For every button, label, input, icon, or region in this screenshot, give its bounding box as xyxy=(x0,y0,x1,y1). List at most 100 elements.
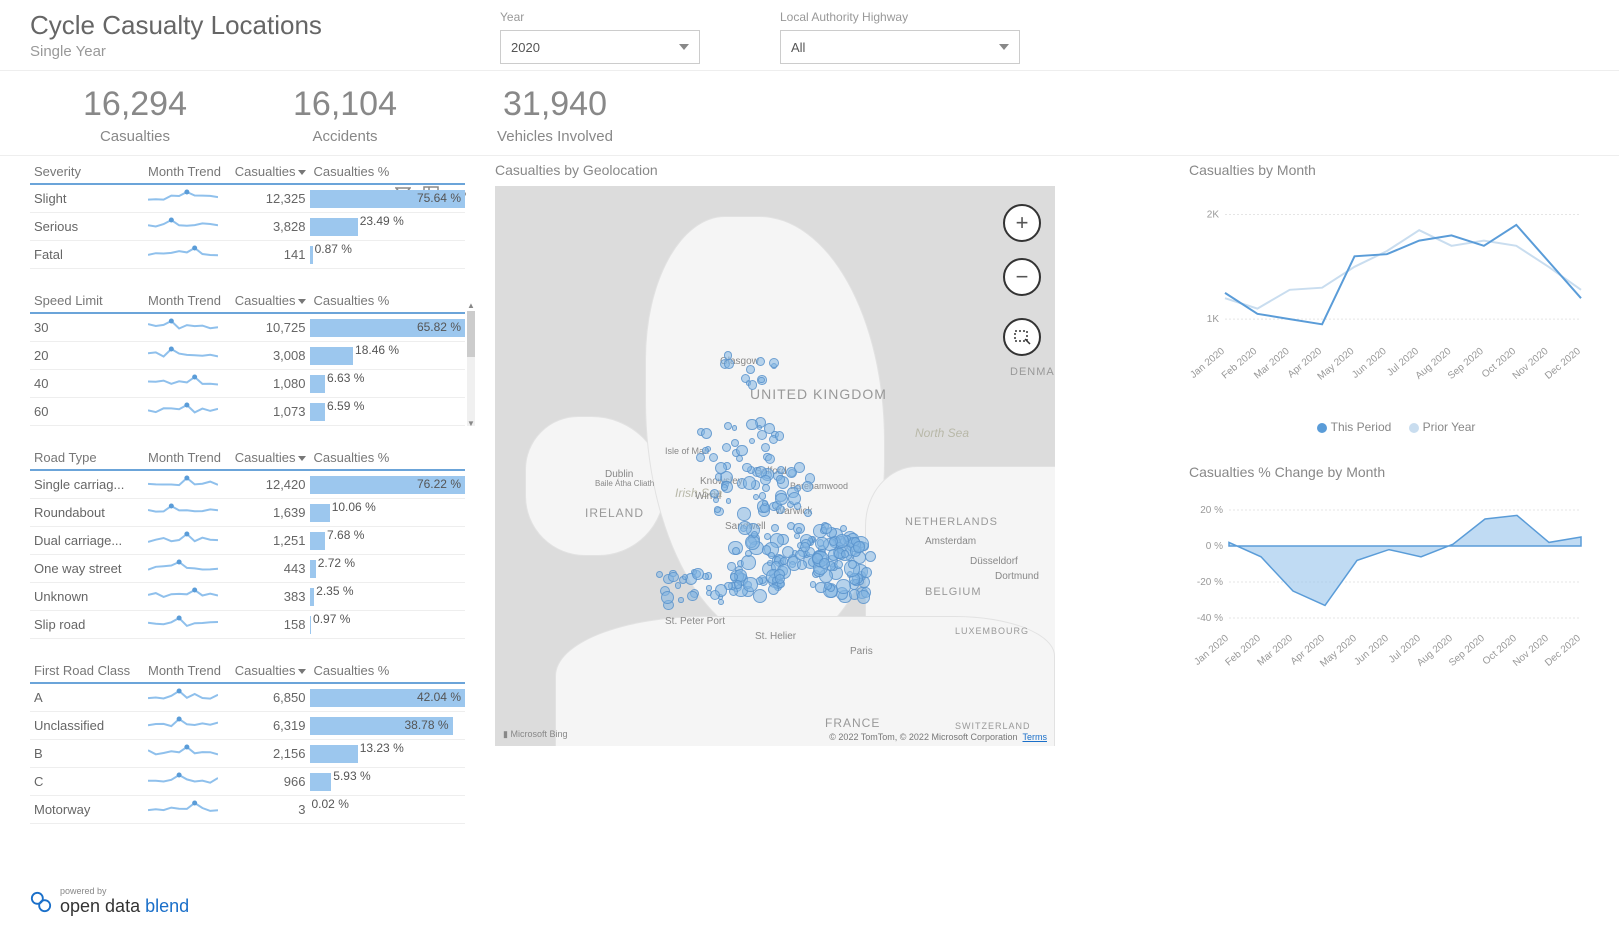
sparkline-icon xyxy=(144,342,228,370)
row-casualties: 2,156 xyxy=(228,740,310,768)
sparkline-icon xyxy=(144,740,228,768)
row-casualties: 1,073 xyxy=(228,398,310,426)
svg-text:Mar 2020: Mar 2020 xyxy=(1255,633,1295,668)
row-bar: 23.49 % xyxy=(310,213,466,241)
chart-month-title: Casualties by Month xyxy=(1189,162,1589,178)
row-casualties: 1,080 xyxy=(228,370,310,398)
chart-change-title: Casualties % Change by Month xyxy=(1189,464,1589,480)
table-row[interactable]: Dual carriage... 1,251 7.68 % xyxy=(30,527,465,555)
row-category: A xyxy=(30,683,144,712)
row-bar: 7.68 % xyxy=(310,527,466,555)
odb-logo-icon xyxy=(30,891,52,913)
filter-authority-select[interactable]: All xyxy=(780,30,1020,64)
row-bar: 10.06 % xyxy=(310,499,466,527)
row-category: B xyxy=(30,740,144,768)
kpi-vehicles-label: Vehicles Involved xyxy=(450,128,660,145)
row-category: Single carriag... xyxy=(30,470,144,499)
geolocation-map[interactable]: UNITED KINGDOM IRELAND FRANCE NETHERLAND… xyxy=(495,186,1055,746)
filter-year-select[interactable]: 2020 xyxy=(500,30,700,64)
row-bar: 0.87 % xyxy=(310,241,466,269)
kpi-vehicles: 31,940 Vehicles Involved xyxy=(450,85,660,145)
table-row[interactable]: Serious 3,828 23.49 % xyxy=(30,213,465,241)
kpi-vehicles-value: 31,940 xyxy=(450,85,660,124)
table-row[interactable]: 40 1,080 6.63 % xyxy=(30,370,465,398)
row-category: 30 xyxy=(30,313,144,342)
footer-brand: open data blend xyxy=(60,896,189,917)
chart-casualties-by-month[interactable]: 1K2KJan 2020Feb 2020Mar 2020Apr 2020May … xyxy=(1189,186,1589,386)
table-row[interactable]: One way street 443 2.72 % xyxy=(30,555,465,583)
table-row[interactable]: Unclassified 6,319 38.78 % xyxy=(30,712,465,740)
map-city-amsterdam: Amsterdam xyxy=(925,536,976,547)
row-casualties: 12,420 xyxy=(228,470,310,499)
table-severity[interactable]: SeverityMonth TrendCasualtiesCasualties … xyxy=(30,162,465,269)
header: Cycle Casualty Locations Single Year Yea… xyxy=(0,0,1619,71)
sparkline-icon xyxy=(144,583,228,611)
row-category: One way street xyxy=(30,555,144,583)
row-casualties: 3,008 xyxy=(228,342,310,370)
kpi-row: 16,294 Casualties 16,104 Accidents 31,94… xyxy=(0,71,1619,156)
row-bar: 75.64 % xyxy=(310,184,466,213)
page-title: Cycle Casualty Locations xyxy=(30,10,500,41)
table-row[interactable]: 30 10,725 65.82 % xyxy=(30,313,465,342)
svg-text:May 2020: May 2020 xyxy=(1318,633,1359,668)
row-casualties: 1,251 xyxy=(228,527,310,555)
row-casualties: 383 xyxy=(228,583,310,611)
table-row[interactable]: A 6,850 42.04 % xyxy=(30,683,465,712)
map-city-sthelier: St. Helier xyxy=(755,631,796,642)
map-lasso-button[interactable] xyxy=(1003,318,1041,356)
chevron-down-icon xyxy=(999,44,1009,50)
svg-text:Sep 2020: Sep 2020 xyxy=(1446,346,1486,382)
table-row[interactable]: Roundabout 1,639 10.06 % xyxy=(30,499,465,527)
row-casualties: 6,850 xyxy=(228,683,310,712)
filter-authority: Local Authority Highway All xyxy=(780,10,1020,64)
table-row[interactable]: Slight 12,325 75.64 % xyxy=(30,184,465,213)
map-city-stpeter: St. Peter Port xyxy=(665,616,725,627)
bing-logo: ▮ Microsoft Bing xyxy=(503,729,567,740)
row-bar: 2.72 % xyxy=(310,555,466,583)
table-road[interactable]: Road TypeMonth TrendCasualtiesCasualties… xyxy=(30,448,465,639)
row-bar: 6.59 % xyxy=(310,398,466,426)
filter-authority-label: Local Authority Highway xyxy=(780,10,1020,24)
table-row[interactable]: C 966 5.93 % xyxy=(30,768,465,796)
row-category: Dual carriage... xyxy=(30,527,144,555)
filter-authority-value: All xyxy=(791,40,805,55)
svg-text:-20 %: -20 % xyxy=(1197,577,1223,588)
legend-this-period: This Period xyxy=(1331,420,1392,434)
sparkline-icon xyxy=(144,470,228,499)
svg-text:May 2020: May 2020 xyxy=(1316,346,1357,383)
row-casualties: 158 xyxy=(228,611,310,639)
svg-text:-40 %: -40 % xyxy=(1197,613,1223,624)
map-zoom-out-button[interactable]: − xyxy=(1003,258,1041,296)
table-speed[interactable]: Speed LimitMonth TrendCasualtiesCasualti… xyxy=(30,291,465,426)
table-row[interactable]: 60 1,073 6.59 % xyxy=(30,398,465,426)
map-city-paris: Paris xyxy=(850,646,873,657)
table-row[interactable]: Fatal 141 0.87 % xyxy=(30,241,465,269)
svg-text:1K: 1K xyxy=(1207,314,1220,325)
kpi-accidents-value: 16,104 xyxy=(240,85,450,124)
map-label-ireland: IRELAND xyxy=(585,506,644,520)
map-zoom-in-button[interactable]: + xyxy=(1003,204,1041,242)
sparkline-icon xyxy=(144,241,228,269)
legend-swatch-this xyxy=(1317,423,1327,433)
sparkline-icon xyxy=(144,796,228,824)
table-row[interactable]: Single carriag... 12,420 76.22 % xyxy=(30,470,465,499)
table-row[interactable]: Slip road 158 0.97 % xyxy=(30,611,465,639)
table-row[interactable]: Motorway 3 0.02 % xyxy=(30,796,465,824)
table-row[interactable]: 20 3,008 18.46 % xyxy=(30,342,465,370)
svg-text:Jun 2020: Jun 2020 xyxy=(1350,346,1389,381)
row-bar: 13.23 % xyxy=(310,740,466,768)
map-label-lux: LUXEMBOURG xyxy=(955,626,1029,636)
table-row[interactable]: B 2,156 13.23 % xyxy=(30,740,465,768)
legend-swatch-prior xyxy=(1409,423,1419,433)
row-category: Fatal xyxy=(30,241,144,269)
map-terms-link[interactable]: Terms xyxy=(1023,732,1048,742)
row-casualties: 966 xyxy=(228,768,310,796)
map-label-swiss: SWITZERLAND xyxy=(955,721,1031,731)
filter-year-value: 2020 xyxy=(511,40,540,55)
svg-text:Dec 2020: Dec 2020 xyxy=(1543,346,1583,382)
sparkline-icon xyxy=(144,527,228,555)
chart-pct-change-by-month[interactable]: -40 %-20 %0 %20 %Jan 2020Feb 2020Mar 202… xyxy=(1189,488,1589,668)
row-category: 60 xyxy=(30,398,144,426)
table-roadclass[interactable]: First Road ClassMonth TrendCasualtiesCas… xyxy=(30,661,465,824)
table-row[interactable]: Unknown 383 2.35 % xyxy=(30,583,465,611)
